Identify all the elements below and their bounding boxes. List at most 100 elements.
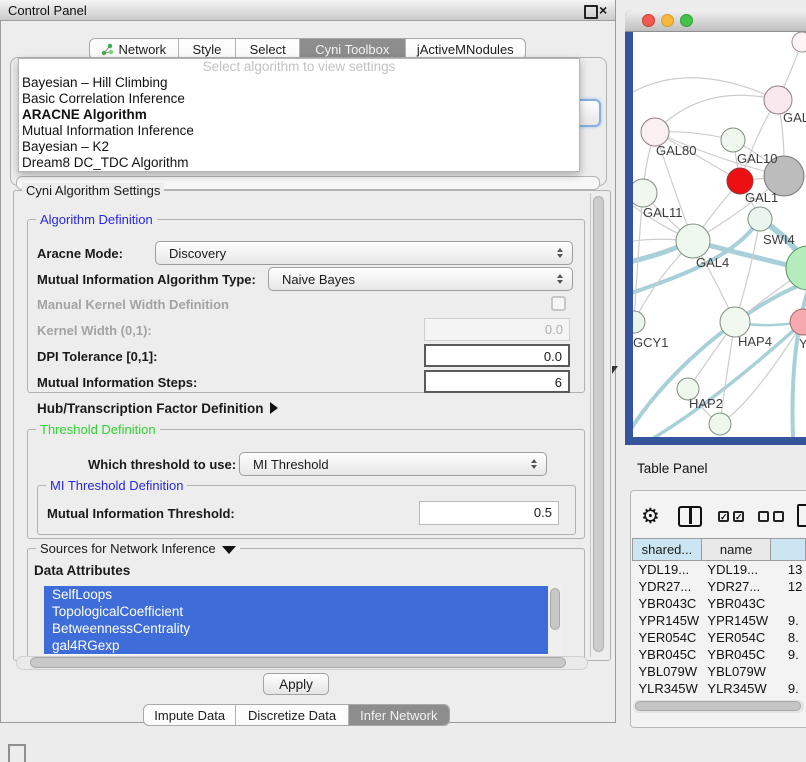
table-column-header[interactable] <box>771 539 806 561</box>
algorithm-dropdown-list[interactable]: Select algorithm to view settings Bayesi… <box>18 58 580 172</box>
network-node-gal10[interactable] <box>721 128 745 152</box>
tab-style[interactable]: Style <box>178 39 236 59</box>
tab-cyni-toolbox[interactable]: Cyni Toolbox <box>299 39 405 59</box>
close-icon[interactable]: × <box>599 2 607 18</box>
table-cell[interactable]: 8. <box>771 629 806 646</box>
table-column-header[interactable]: shared... <box>633 539 702 561</box>
clipped-button[interactable] <box>8 744 26 762</box>
settings-vertical-scrollbar-thumb[interactable] <box>593 196 604 652</box>
hub-definition-toggle[interactable]: Hub/Transcription Factor Definition <box>37 401 278 416</box>
settings-group-title: Cyni Algorithm Settings <box>22 183 164 198</box>
data-attributes-list[interactable]: SelfLoopsTopologicalCoefficientBetweenne… <box>44 586 562 655</box>
algorithm-option[interactable]: Basic Correlation Inference <box>19 91 579 107</box>
table-cell[interactable]: 9. <box>771 612 806 629</box>
node-label: GAL <box>783 110 806 125</box>
table-cell[interactable]: YBR045C <box>701 646 770 663</box>
table-cell[interactable]: YDR27... <box>701 578 770 595</box>
table-cell[interactable]: YBR043C <box>701 595 770 612</box>
kernel-width-input[interactable]: 0.0 <box>424 318 570 341</box>
aracne-mode-select[interactable]: Discovery <box>155 241 573 265</box>
tab-network[interactable]: Network <box>90 39 178 59</box>
table-cell[interactable]: YBR045C <box>633 646 702 663</box>
table-cell[interactable]: 13 <box>771 561 806 579</box>
which-threshold-select[interactable]: MI Threshold <box>239 452 547 476</box>
table-cell[interactable] <box>771 595 806 612</box>
checked-checkbox-icon[interactable]: ✓ <box>733 511 744 522</box>
unchecked-checkbox-icon[interactable] <box>773 511 784 522</box>
table-cell[interactable]: 9. <box>771 680 806 697</box>
table-cell[interactable]: YDL19... <box>633 561 702 579</box>
settings-horizontal-scrollbar-thumb[interactable] <box>30 657 566 668</box>
column-layout-icon[interactable] <box>678 506 702 527</box>
tab-impute-data[interactable]: Impute Data <box>144 705 235 725</box>
sources-toggle[interactable]: Sources for Network Inference <box>36 541 240 556</box>
network-node-gal4[interactable] <box>676 224 710 258</box>
close-traffic-icon[interactable] <box>642 14 655 27</box>
network-canvas[interactable]: GALGAL80GAL10GAL1GAL11SWI4GAL4GCY1HAP4YH… <box>633 32 806 437</box>
network-node-gal11[interactable] <box>633 179 657 207</box>
algorithm-option[interactable]: ARACNE Algorithm <box>19 107 579 123</box>
tab-select[interactable]: Select <box>235 39 299 59</box>
data-attribute-item[interactable]: SelfLoops <box>44 586 548 603</box>
mi-steps-input[interactable]: 6 <box>424 370 570 393</box>
attributes-scrollbar-thumb[interactable] <box>550 588 560 630</box>
table-cell[interactable]: YPR145W <box>633 612 702 629</box>
network-node[interactable] <box>792 32 806 52</box>
network-node-hap4[interactable] <box>720 307 750 337</box>
network-node-swi4[interactable] <box>748 207 772 231</box>
aracne-mode-label: Aracne Mode: <box>37 246 123 261</box>
table-column-header[interactable]: name <box>701 539 770 561</box>
checked-checkbox-icon[interactable]: ✓ <box>718 511 729 522</box>
data-attribute-item[interactable]: TopologicalCoefficient <box>44 603 548 620</box>
tab-label: Style <box>193 42 222 57</box>
algorithm-option[interactable]: Bayesian – K2 <box>19 139 579 155</box>
algorithm-option[interactable]: Bayesian – Hill Climbing <box>19 75 579 91</box>
table-cell[interactable]: YLR345W <box>633 680 702 697</box>
table-horizontal-scrollbar-thumb[interactable] <box>635 701 801 711</box>
network-edge[interactable] <box>655 95 778 132</box>
network-window-titlebar[interactable] <box>625 10 806 32</box>
network-node[interactable] <box>709 413 731 435</box>
float-window-icon[interactable] <box>584 5 598 19</box>
data-attribute-item[interactable]: BetweennessCentrality <box>44 620 548 637</box>
document-icon[interactable] <box>797 504 806 527</box>
table-panel-title: Table Panel <box>637 461 708 476</box>
table-cell[interactable] <box>771 663 806 680</box>
minimize-traffic-icon[interactable] <box>661 14 674 27</box>
table-cell[interactable]: YPR145W <box>701 612 770 629</box>
network-node-gcy1[interactable] <box>633 311 645 333</box>
zoom-traffic-icon[interactable] <box>680 14 693 27</box>
table-cell[interactable]: YDL19... <box>701 561 770 579</box>
stepper-up-icon <box>557 274 563 278</box>
algorithm-option[interactable]: Mutual Information Inference <box>19 123 579 139</box>
dpi-tolerance-input[interactable]: 0.0 <box>424 344 570 367</box>
control-panel-titlebar[interactable]: Control Panel <box>0 0 616 21</box>
table-cell[interactable]: YDR27... <box>633 578 702 595</box>
mi-threshold-input[interactable]: 0.5 <box>419 501 559 525</box>
gear-icon[interactable]: ⚙ <box>641 504 660 528</box>
table-cell[interactable]: YBL079W <box>633 663 702 680</box>
manual-kernel-checkbox[interactable] <box>551 296 566 311</box>
table-cell[interactable]: YBR043C <box>633 595 702 612</box>
table-cell[interactable]: YER054C <box>701 629 770 646</box>
table-row: YER054CYER054C8. <box>633 629 806 646</box>
table-cell[interactable]: 12 <box>771 578 806 595</box>
table-cell[interactable]: YBL079W <box>701 663 770 680</box>
network-node-gal80[interactable] <box>641 118 669 146</box>
manual-kernel-label: Manual Kernel Width Definition <box>37 297 229 312</box>
network-node[interactable] <box>786 246 806 290</box>
algorithm-option[interactable]: Dream8 DC_TDC Algorithm <box>19 155 579 171</box>
apply-button[interactable]: Apply <box>263 673 329 695</box>
tab-infer-network[interactable]: Infer Network <box>348 705 449 725</box>
table-cell[interactable]: 9. <box>771 646 806 663</box>
network-view-window[interactable]: GALGAL80GAL10GAL1GAL11SWI4GAL4GCY1HAP4YH… <box>625 10 806 445</box>
table-cell[interactable]: YER054C <box>633 629 702 646</box>
table-cell[interactable]: YLR345W <box>701 680 770 697</box>
tab-jactivemnodules[interactable]: jActiveMNodules <box>405 39 525 59</box>
unchecked-checkbox-icon[interactable] <box>758 511 769 522</box>
network-graph[interactable]: GALGAL80GAL10GAL1GAL11SWI4GAL4GCY1HAP4YH… <box>633 32 806 437</box>
mi-type-select[interactable]: Naive Bayes <box>268 267 573 291</box>
node-attribute-table: shared...name YDL19...YDL19...13YDR27...… <box>632 538 806 714</box>
tab-discretize-data[interactable]: Discretize Data <box>235 705 347 725</box>
data-attribute-item[interactable]: gal4RGexp <box>44 637 548 654</box>
